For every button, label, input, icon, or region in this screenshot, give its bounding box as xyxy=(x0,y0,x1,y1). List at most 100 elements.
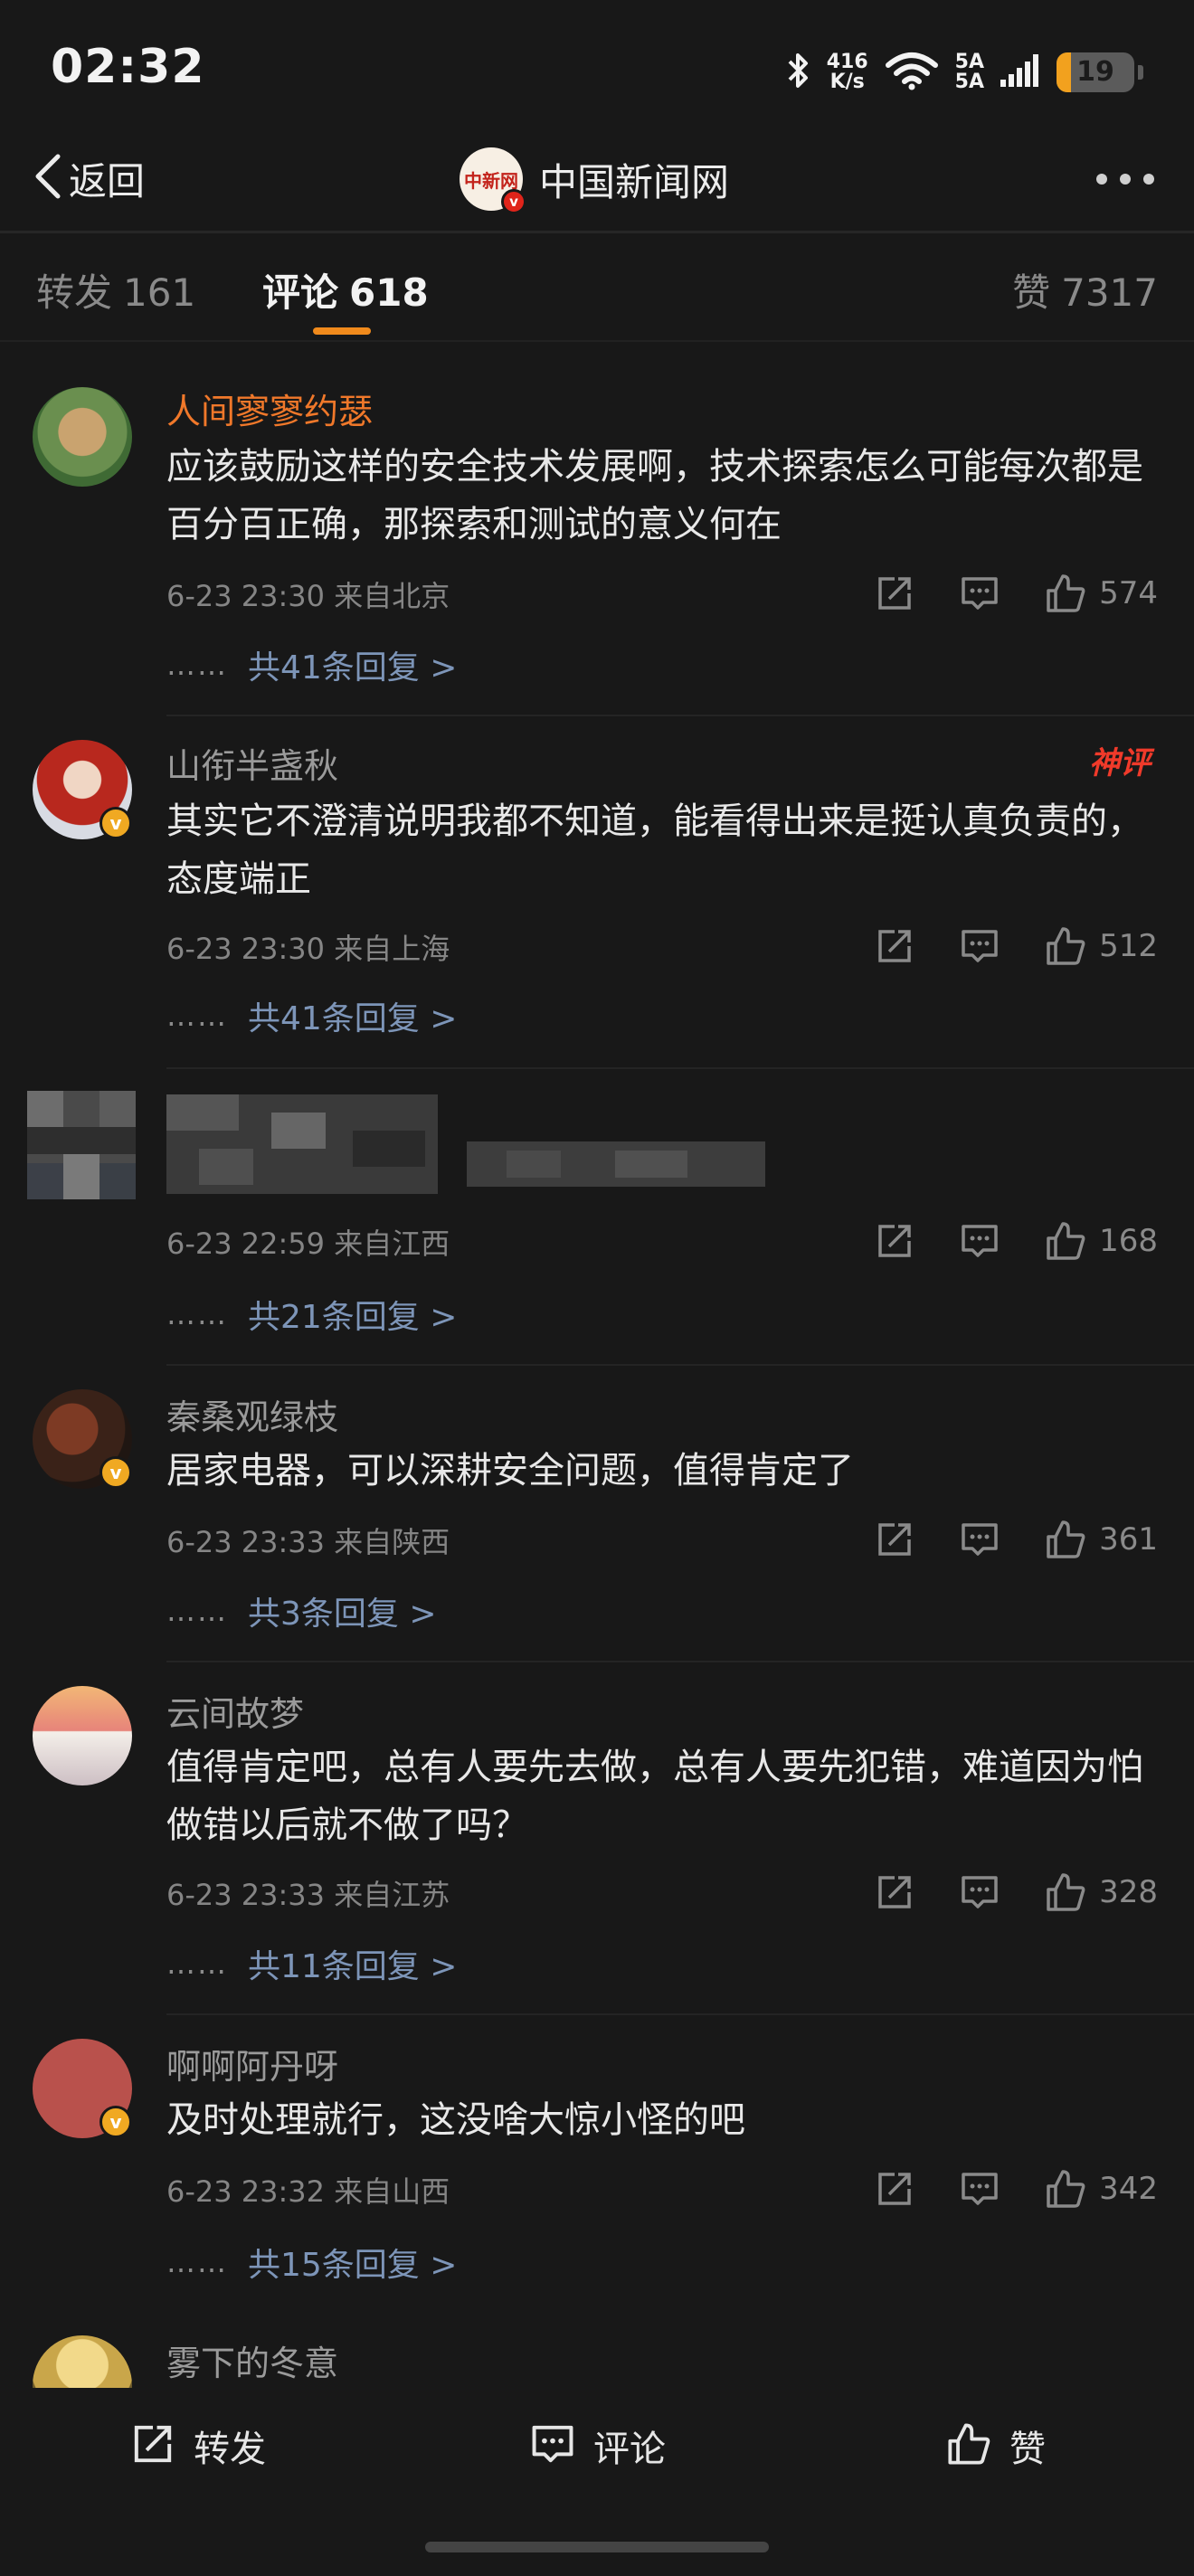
comment-actions: 168 xyxy=(829,1214,1158,1268)
comment-meta: 6-23 23:30 来自北京 xyxy=(166,579,450,613)
comment-text: 及时处理就行，这没啥大惊小怪的吧 xyxy=(166,2099,745,2141)
like-button[interactable]: 361 xyxy=(1045,1519,1158,1560)
view-replies-link[interactable]: 共41条回复 > xyxy=(248,992,457,1039)
like-count: 574 xyxy=(1099,575,1158,611)
battery-level: 19 xyxy=(1076,56,1114,88)
comment-actions: 512 xyxy=(829,919,1158,973)
view-replies-link[interactable]: 共41条回复 > xyxy=(248,641,457,688)
comment-username[interactable]: 秦桑观绿枝 xyxy=(166,1389,338,1439)
comment-label: 评论 xyxy=(593,2429,666,2470)
home-indicator[interactable] xyxy=(425,2542,769,2552)
like-button[interactable]: 512 xyxy=(1045,925,1158,967)
avatar[interactable]: v xyxy=(33,2039,132,2138)
comment-icon[interactable] xyxy=(960,2169,1000,2209)
share-icon[interactable] xyxy=(875,1872,914,1912)
avatar-image xyxy=(33,387,132,487)
verified-badge-icon: v xyxy=(100,2106,132,2138)
like-button[interactable]: 574 xyxy=(1045,573,1158,614)
thumbs-up-icon xyxy=(1045,2168,1086,2210)
like-button[interactable]: 328 xyxy=(1045,1871,1158,1913)
comment-meta: 6-23 23:30 来自上海 xyxy=(166,932,450,966)
tab-repost[interactable]: 转发 161 xyxy=(36,262,195,317)
repost-button[interactable]: 转发 xyxy=(130,2419,266,2473)
replies-ellipsis: …… xyxy=(166,999,228,1033)
replies-row: …… 共11条回复 > xyxy=(166,1941,457,1986)
like-button[interactable]: 342 xyxy=(1045,2168,1158,2210)
thumbs-up-icon xyxy=(1045,1871,1086,1913)
tab-repost-label: 转发 xyxy=(36,270,113,315)
like-count: 512 xyxy=(1099,928,1158,964)
avatar[interactable] xyxy=(33,1686,132,1785)
bottom-action-bar: 转发 评论 赞 xyxy=(0,2388,1194,2576)
status-time: 02:32 xyxy=(51,40,205,94)
like-post-button[interactable]: 赞 xyxy=(946,2419,1046,2473)
share-icon xyxy=(130,2421,175,2470)
comment-text: 值得肯定吧，总有人要先去做，总有人要先犯错，难道因为怕做错以后就不做了吗？ xyxy=(166,1747,1143,1846)
comment-divider xyxy=(166,1364,1194,1366)
battery-tip xyxy=(1138,65,1143,80)
replies-row: …… 共41条回复 > xyxy=(166,642,457,687)
tab-likes[interactable]: 赞 7317 xyxy=(1012,262,1158,317)
weibo-comments-page: 02:32 416 K/s 5A 5A 19 返回 中新网 v 中国新闻网 转发… xyxy=(0,0,1194,2576)
comment-meta: 6-23 23:32 来自山西 xyxy=(166,2174,450,2209)
comment-icon[interactable] xyxy=(960,1872,1000,1912)
chevron-left-icon xyxy=(33,153,63,204)
share-icon[interactable] xyxy=(875,2169,914,2209)
comment-meta: 6-23 23:33 来自陕西 xyxy=(166,1525,450,1559)
thumbs-up-icon xyxy=(1045,1519,1086,1560)
comment-username[interactable]: 雾下的冬意 xyxy=(166,2335,338,2385)
share-icon[interactable] xyxy=(875,1221,914,1261)
comment-icon[interactable] xyxy=(960,1221,1000,1261)
share-icon[interactable] xyxy=(875,1520,914,1559)
like-count: 328 xyxy=(1099,1874,1158,1910)
view-replies-link[interactable]: 共11条回复 > xyxy=(248,1940,457,1987)
avatar[interactable]: v xyxy=(33,740,132,839)
wifi-icon xyxy=(885,51,939,94)
comment-username[interactable]: 啊啊阿丹呀 xyxy=(166,2039,338,2088)
share-icon[interactable] xyxy=(875,926,914,966)
replies-row: …… 共41条回复 > xyxy=(166,993,457,1038)
comment-divider xyxy=(166,715,1194,716)
comment-username[interactable]: 人间寥寥约瑟 xyxy=(166,384,373,433)
back-button[interactable]: 返回 xyxy=(33,147,145,210)
bluetooth-icon xyxy=(787,51,810,94)
verified-badge-icon: v xyxy=(501,189,526,214)
comment-username[interactable]: 山衔半盏秋 xyxy=(166,738,338,788)
comment-divider xyxy=(166,2013,1194,2015)
tab-comments[interactable]: 评论 618 xyxy=(262,262,429,317)
comment-icon[interactable] xyxy=(960,1520,1000,1559)
tab-comments-label: 评论 xyxy=(262,270,339,315)
comment-meta: 6-23 23:33 来自江苏 xyxy=(166,1878,450,1912)
active-tab-indicator xyxy=(313,327,371,335)
comment-icon[interactable] xyxy=(960,926,1000,966)
comment-icon[interactable] xyxy=(960,573,1000,613)
tab-likes-label: 赞 xyxy=(1012,270,1051,315)
like-button[interactable]: 168 xyxy=(1045,1220,1158,1262)
more-dots-icon[interactable] xyxy=(1096,163,1154,195)
comment-username[interactable]: 云间故梦 xyxy=(166,1686,304,1736)
view-replies-link[interactable]: 共3条回复 > xyxy=(248,1587,437,1634)
view-replies-link[interactable]: 共21条回复 > xyxy=(248,1291,457,1338)
like-count: 168 xyxy=(1099,1223,1158,1259)
battery-icon: 19 xyxy=(1057,52,1134,92)
comment-button[interactable]: 评论 xyxy=(530,2419,666,2473)
avatar[interactable]: v xyxy=(33,1389,132,1489)
verified-badge-icon: v xyxy=(100,807,132,839)
account-name: 中国新闻网 xyxy=(539,159,730,204)
view-replies-link[interactable]: 共15条回复 > xyxy=(248,2239,457,2286)
replies-ellipsis: …… xyxy=(166,1946,228,1981)
comment-actions: 342 xyxy=(829,2162,1158,2216)
replies-ellipsis: …… xyxy=(166,2245,228,2279)
avatar[interactable] xyxy=(33,387,132,487)
share-icon[interactable] xyxy=(875,573,914,613)
comment-divider xyxy=(166,1661,1194,1662)
tab-likes-count: 7317 xyxy=(1061,270,1158,315)
account-header[interactable]: 中新网 v 中国新闻网 xyxy=(460,145,730,214)
sim-bottom-label: 5A xyxy=(954,71,984,93)
net-speed: 416 K/s xyxy=(827,52,868,92)
status-icons: 416 K/s 5A 5A 19 xyxy=(787,45,1143,99)
account-logo-text: 中新网 xyxy=(464,169,518,192)
comment-meta: 6-23 22:59 来自江西 xyxy=(166,1226,450,1261)
thumbs-up-icon xyxy=(1045,573,1086,614)
net-speed-value: 416 xyxy=(826,51,868,73)
